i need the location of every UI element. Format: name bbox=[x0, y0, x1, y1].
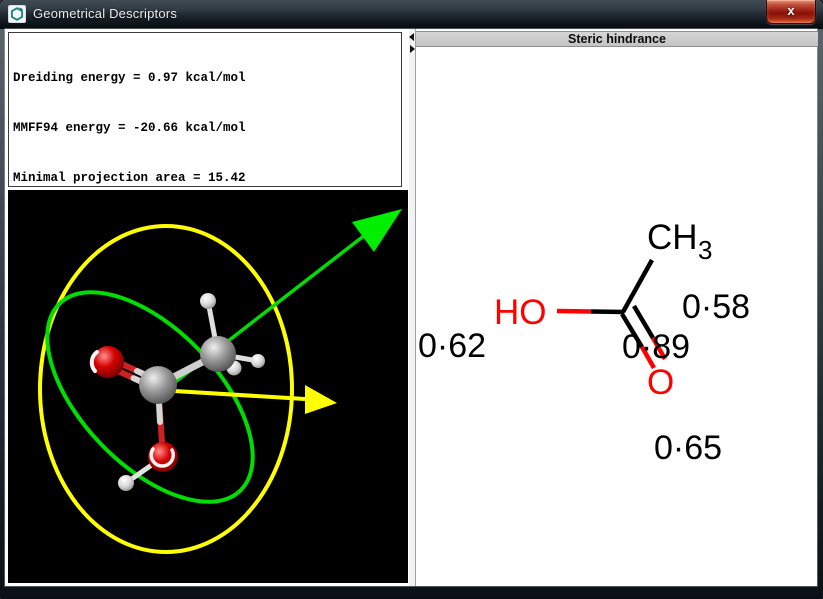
descriptor-line: MMFF94 energy = -20.66 kcal/mol bbox=[13, 120, 401, 137]
descriptors-textarea[interactable]: Dreiding energy = 0.97 kcal/mol MMFF94 e… bbox=[8, 32, 402, 187]
titlebar[interactable]: Geometrical Descriptors x bbox=[0, 0, 823, 29]
geometrical-descriptors-window: Geometrical Descriptors x Dreiding energ… bbox=[0, 0, 823, 599]
methyl-hydrogen-atom bbox=[251, 354, 265, 368]
principal-axis-arrowhead-icon bbox=[352, 209, 402, 252]
secondary-axis-arrowhead-icon bbox=[305, 385, 337, 414]
left-pane: Dreiding energy = 0.97 kcal/mol MMFF94 e… bbox=[5, 29, 409, 586]
methyl-carbon-atom bbox=[200, 336, 236, 372]
methyl-label: CH bbox=[647, 218, 698, 257]
steric-hindrance-header: Steric hindrance bbox=[416, 31, 818, 47]
steric-value-carbonyl: 0·65 bbox=[654, 429, 722, 467]
window-title: Geometrical Descriptors bbox=[33, 6, 177, 21]
carboxyl-carbon-atom bbox=[139, 366, 177, 404]
steric-value-carboxyl: 0·89 bbox=[622, 328, 690, 366]
carbonyl-oxygen-label: O bbox=[647, 363, 674, 402]
splitter-collapse-left-icon[interactable] bbox=[409, 33, 414, 41]
steric-value-methyl: 0·58 bbox=[682, 288, 750, 326]
window-content: Dreiding energy = 0.97 kcal/mol MMFF94 e… bbox=[5, 29, 817, 586]
steric-hindrance-pane: Steric hindrance CH 3 bbox=[415, 29, 817, 586]
hydroxyl-hydrogen-atom bbox=[118, 475, 134, 491]
hydroxyl-label: HO bbox=[494, 293, 547, 332]
steric-hindrance-canvas: CH 3 HO O 0·58 0·62 0·89 0·65 bbox=[416, 47, 818, 586]
close-button[interactable]: x bbox=[766, 0, 816, 24]
steric-value-hydroxyl: 0·62 bbox=[418, 327, 486, 365]
methyl-subscript: 3 bbox=[698, 235, 712, 265]
descriptor-line: Dreiding energy = 0.97 kcal/mol bbox=[13, 70, 401, 87]
descriptor-line: Minimal projection area = 15.42 bbox=[13, 170, 401, 187]
app-logo-icon[interactable] bbox=[8, 5, 26, 23]
methyl-hydrogen-atom bbox=[200, 293, 216, 309]
3d-viewer-canvas[interactable] bbox=[8, 190, 408, 583]
